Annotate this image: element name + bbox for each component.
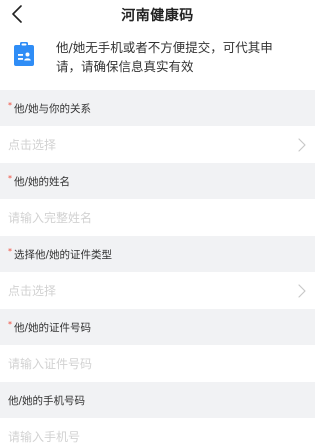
notice-banner: 他/她无手机或者不方便提交，可代其申 请，请确保信息真实有效 — [0, 30, 315, 90]
id-type-selector[interactable]: 点击选择 — [0, 272, 315, 309]
phone-input[interactable] — [8, 429, 288, 444]
name-label: * 他/她的姓名 — [0, 163, 315, 199]
phone-label: 他/她的手机号码 — [0, 382, 315, 418]
id-number-label: * 他/她的证件号码 — [0, 309, 315, 345]
apply-for-others-page: 河南健康码 他/她无手机或者不方便提交，可代其申 请，请确保信息真实有效 * 他… — [0, 0, 315, 446]
notice-text: 他/她无手机或者不方便提交，可代其申 请，请确保信息真实有效 — [56, 38, 296, 76]
id-type-label: * 选择他/她的证件类型 — [0, 236, 315, 272]
relationship-selector-text: 点击选择 — [8, 138, 57, 152]
name-input[interactable] — [8, 210, 288, 225]
relationship-label-text: 他/她与你的关系 — [14, 102, 92, 115]
name-field-row — [0, 199, 315, 236]
name-label-text: 他/她的姓名 — [14, 175, 71, 188]
id-type-selector-text: 点击选择 — [8, 284, 57, 298]
nav-bar: 河南健康码 — [0, 0, 315, 30]
required-mark: * — [8, 100, 12, 110]
id-number-input[interactable] — [8, 356, 288, 371]
relationship-selector[interactable]: 点击选择 — [0, 126, 315, 163]
required-mark: * — [8, 173, 12, 183]
notice-text-line2: 请，请确保信息真实有效 — [56, 59, 194, 74]
required-mark: * — [8, 246, 12, 256]
chevron-right-icon — [298, 138, 306, 152]
phone-field-row — [0, 418, 315, 446]
chevron-right-icon — [298, 284, 306, 298]
phone-label-text: 他/她的手机号码 — [8, 394, 86, 407]
clipboard-user-icon — [14, 42, 34, 66]
notice-text-line1: 他/她无手机或者不方便提交，可代其申 — [56, 40, 273, 55]
id-number-field-row — [0, 345, 315, 382]
required-mark: * — [8, 319, 12, 329]
page-title: 河南健康码 — [121, 8, 194, 24]
relationship-label: * 他/她与你的关系 — [0, 90, 315, 126]
id-type-label-text: 选择他/她的证件类型 — [14, 248, 113, 261]
id-number-label-text: 他/她的证件号码 — [14, 321, 92, 334]
